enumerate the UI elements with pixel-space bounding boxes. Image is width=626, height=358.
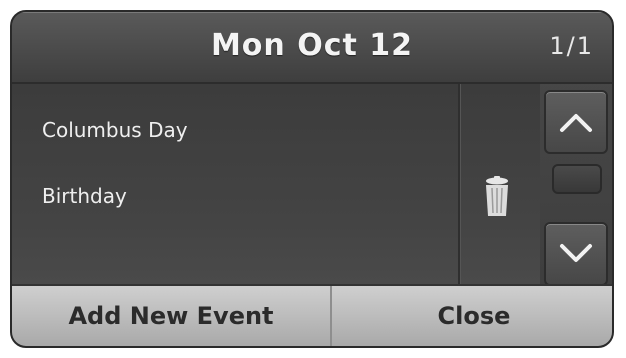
calendar-day-panel: Mon Oct 12 1/1 Columbus Day Birthday Add… — [10, 10, 614, 348]
header-bar: Mon Oct 12 1/1 — [12, 12, 612, 84]
page-indicator: 1/1 — [549, 32, 594, 60]
scroll-thumb[interactable] — [552, 164, 602, 194]
add-new-event-button[interactable]: Add New Event — [12, 286, 330, 346]
scroll-up-button[interactable] — [544, 90, 608, 154]
event-item-columbus-day[interactable]: Columbus Day — [42, 118, 188, 142]
close-button[interactable]: Close — [332, 286, 612, 346]
chevron-up-icon — [560, 114, 592, 132]
scroll-down-button[interactable] — [544, 222, 608, 286]
scroll-column — [544, 90, 610, 286]
chevron-down-icon — [560, 244, 592, 262]
event-item-birthday[interactable]: Birthday — [42, 184, 127, 208]
footer-bar: Add New Event Close — [12, 284, 612, 346]
trash-icon[interactable] — [480, 176, 514, 218]
list-divider — [458, 84, 460, 284]
date-title: Mon Oct 12 — [210, 28, 414, 63]
